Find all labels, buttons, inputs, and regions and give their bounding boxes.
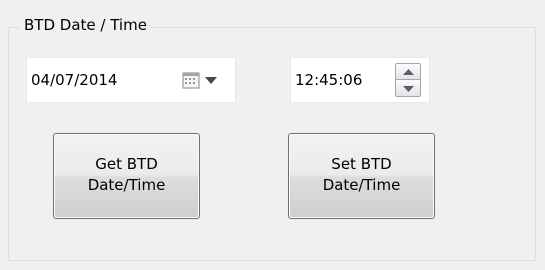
chevron-down-icon bbox=[205, 77, 217, 84]
group-title: BTD Date / Time bbox=[20, 15, 151, 35]
spin-up-icon bbox=[403, 69, 414, 75]
date-value[interactable]: 04/07/2014 bbox=[31, 58, 117, 102]
spin-up-button[interactable] bbox=[395, 63, 421, 80]
set-button-label: Set BTD Date/Time bbox=[322, 155, 401, 194]
calendar-icon bbox=[182, 72, 200, 89]
spin-down-button[interactable] bbox=[395, 80, 421, 97]
time-spinner bbox=[395, 63, 421, 98]
date-picker[interactable]: 04/07/2014 bbox=[26, 57, 236, 103]
get-btd-date-time-button[interactable]: Get BTD Date/Time bbox=[53, 133, 200, 219]
get-button-label: Get BTD Date/Time bbox=[87, 155, 166, 194]
set-btd-date-time-button[interactable]: Set BTD Date/Time bbox=[288, 133, 435, 219]
spin-down-icon bbox=[403, 86, 414, 92]
time-value[interactable]: 12:45:06 bbox=[295, 58, 362, 102]
time-picker[interactable]: 12:45:06 bbox=[290, 57, 430, 103]
calendar-dropdown-button[interactable] bbox=[179, 68, 225, 92]
